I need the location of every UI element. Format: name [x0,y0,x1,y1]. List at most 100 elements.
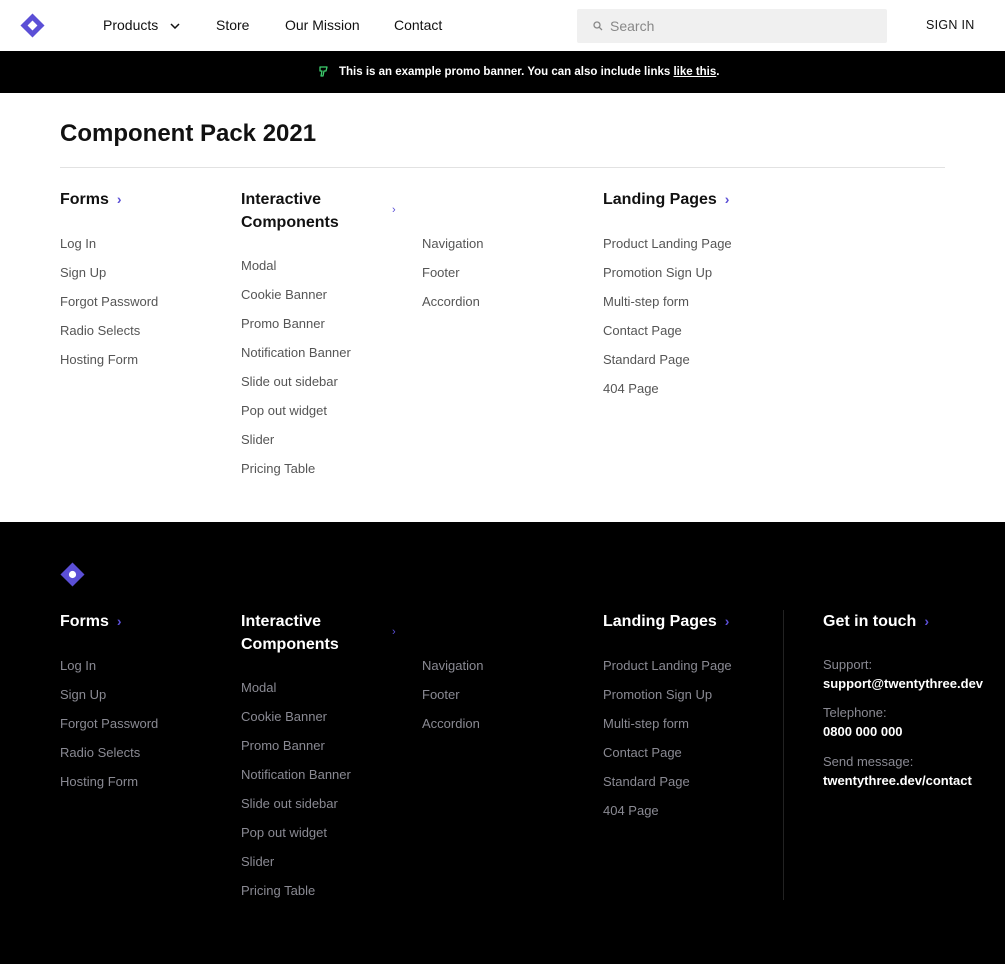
list-item[interactable]: Modal [241,258,351,287]
list-item[interactable]: Footer [422,265,483,294]
forms-heading[interactable]: Forms › [60,188,122,211]
promo-text: This is an example promo banner. You can… [339,66,719,78]
nav-products[interactable]: Products [103,17,180,33]
list-item[interactable]: Slider [241,432,351,461]
list-item[interactable]: Modal [241,680,351,709]
list-item[interactable]: Multi-step form [603,716,732,745]
list-item[interactable]: Contact Page [603,323,732,352]
search-box [577,9,887,43]
list-item[interactable]: Pop out widget [241,825,351,854]
nav-store[interactable]: Store [216,17,249,33]
footer-interactive-heading-line2: Components [241,636,339,653]
promo-link[interactable]: like this [673,66,716,78]
list-item[interactable]: Forgot Password [60,294,158,323]
list-item[interactable]: Promo Banner [241,316,351,345]
list-item[interactable]: 404 Page [603,803,732,832]
footer-interactive-heading[interactable]: Interactive Components [241,610,339,656]
list-item[interactable]: Contact Page [603,745,732,774]
list-item[interactable]: Notification Banner [241,345,351,374]
nav-our-mission[interactable]: Our Mission [285,17,360,33]
list-item[interactable]: Log In [60,236,158,265]
interactive-heading-line2: Components [241,214,339,231]
diamond-logo-icon[interactable] [20,13,45,38]
top-nav: Products Store Our Mission Contact SIGN … [0,0,1005,51]
search-input[interactable] [610,9,880,43]
list-item[interactable]: Radio Selects [60,745,158,774]
nav-products-label: Products [103,17,159,33]
promo-leaf-icon [319,66,328,77]
footer-landing-list: Product Landing Page Promotion Sign Up M… [603,658,732,832]
get-in-touch-label: Get in touch [823,613,917,630]
interactive-list: Modal Cookie Banner Promo Banner Notific… [241,258,351,490]
footer: Forms › Log In Sign Up Forgot Password Ra… [0,522,1005,964]
list-item[interactable]: Promotion Sign Up [603,265,732,294]
forms-list: Log In Sign Up Forgot Password Radio Sel… [60,236,158,381]
list-item[interactable]: Product Landing Page [603,236,732,265]
telephone-link[interactable]: 0800 000 000 [823,724,903,739]
footer-forms-heading[interactable]: Forms › [60,610,122,633]
footer-divider [783,610,784,900]
promo-banner: This is an example promo banner. You can… [0,51,1005,93]
promo-period: . [716,66,720,78]
page-title: Component Pack 2021 [60,120,317,147]
get-in-touch-heading[interactable]: Get in touch › [823,610,929,633]
interactive-heading[interactable]: Interactive Components [241,188,339,234]
chevron-right-icon: › [392,204,396,216]
list-item[interactable]: Accordion [422,294,483,323]
list-item[interactable]: Notification Banner [241,767,351,796]
footer-forms-list: Log In Sign Up Forgot Password Radio Sel… [60,658,158,803]
list-item[interactable]: Footer [422,687,483,716]
list-item[interactable]: Pricing Table [241,461,351,490]
list-item[interactable]: Sign Up [60,265,158,294]
message-label: Send message: [823,754,914,769]
chevron-right-icon: › [724,191,730,207]
list-item[interactable]: Standard Page [603,352,732,381]
list-item[interactable]: Product Landing Page [603,658,732,687]
list-item[interactable]: Slide out sidebar [241,796,351,825]
chevron-right-icon: › [724,613,730,629]
list-item[interactable]: Promo Banner [241,738,351,767]
nav-contact[interactable]: Contact [394,17,442,33]
list-item[interactable]: Hosting Form [60,774,158,803]
divider [60,167,945,168]
chevron-right-icon: › [116,191,122,207]
list-item[interactable]: 404 Page [603,381,732,410]
footer-landing-heading-label: Landing Pages [603,613,717,630]
list-item[interactable]: Standard Page [603,774,732,803]
list-item[interactable]: Sign Up [60,687,158,716]
list-item[interactable]: Pricing Table [241,883,351,912]
telephone-label: Telephone: [823,705,887,720]
chevron-down-icon [170,23,180,30]
promo-message: This is an example promo banner. You can… [339,66,674,78]
list-item[interactable]: Pop out widget [241,403,351,432]
chevron-right-icon: › [116,613,122,629]
list-item[interactable]: Slider [241,854,351,883]
sign-in-button[interactable]: SIGN IN [926,18,975,32]
footer-landing-heading[interactable]: Landing Pages › [603,610,729,633]
list-item[interactable]: Cookie Banner [241,709,351,738]
list-item[interactable]: Promotion Sign Up [603,687,732,716]
support-label: Support: [823,657,873,672]
support-email-link[interactable]: support@twentythree.dev [823,676,983,691]
chevron-right-icon: › [924,613,929,629]
list-item[interactable]: Navigation [422,236,483,265]
landing-heading-label: Landing Pages [603,191,717,208]
list-item[interactable]: Radio Selects [60,323,158,352]
list-item[interactable]: Log In [60,658,158,687]
list-item[interactable]: Slide out sidebar [241,374,351,403]
search-icon [593,21,603,31]
footer-forms-heading-label: Forms [60,613,109,630]
list-item[interactable]: Cookie Banner [241,287,351,316]
list-item[interactable]: Multi-step form [603,294,732,323]
list-item[interactable]: Navigation [422,658,483,687]
landing-list: Product Landing Page Promotion Sign Up M… [603,236,732,410]
list-item[interactable]: Accordion [422,716,483,745]
list-item[interactable]: Hosting Form [60,352,158,381]
diamond-logo-icon[interactable] [60,562,85,587]
chevron-right-icon: › [392,626,396,638]
interactive-list-col2: Navigation Footer Accordion [422,236,483,323]
landing-heading[interactable]: Landing Pages › [603,188,729,211]
contact-page-link[interactable]: twentythree.dev/contact [823,773,972,788]
forms-heading-label: Forms [60,191,109,208]
list-item[interactable]: Forgot Password [60,716,158,745]
